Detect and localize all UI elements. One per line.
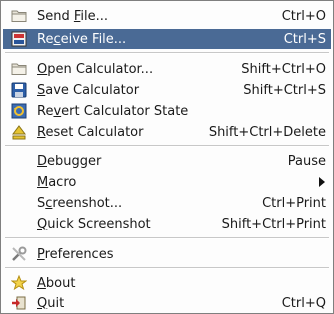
- menu-item-about[interactable]: About: [3, 273, 331, 293]
- menu-item-label: Debugger: [37, 153, 102, 169]
- menu-item-label: Revert Calculator State: [37, 103, 189, 119]
- shortcut-text: Shift+Ctrl+O: [241, 61, 326, 77]
- shortcut-text: Pause: [287, 153, 326, 169]
- menu-item-label: Macro: [37, 174, 77, 190]
- menu-item-label: About: [37, 275, 76, 291]
- quit-icon: [11, 295, 27, 311]
- menu-item-label: Save Calculator: [37, 82, 140, 98]
- shortcut-text: Ctrl+Q: [281, 295, 326, 311]
- menu-item-open-calculator[interactable]: Open Calculator... Shift+Ctrl+O: [3, 59, 331, 79]
- menu-item-label: Open Calculator...: [37, 61, 154, 77]
- menu-item-label: Quick Screenshot: [37, 216, 151, 232]
- shortcut-text: Ctrl+O: [281, 8, 326, 24]
- file-menu: Send File... Ctrl+O Receive File... Ctrl…: [0, 0, 334, 314]
- menu-item-receive-file[interactable]: Receive File... Ctrl+S: [3, 29, 331, 49]
- menu-item-debugger[interactable]: Debugger Pause: [3, 151, 331, 171]
- shortcut-text: Shift+Ctrl+Delete: [208, 124, 326, 140]
- folder-icon: [11, 8, 27, 24]
- menu-item-send-file[interactable]: Send File... Ctrl+O: [3, 6, 331, 26]
- submenu-arrow-icon: [319, 177, 325, 187]
- star-icon: [11, 275, 27, 291]
- menu-item-save-calculator[interactable]: Save Calculator Shift+Ctrl+S: [3, 80, 331, 100]
- menu-item-screenshot[interactable]: Screenshot... Ctrl+Print: [3, 193, 331, 213]
- floppy-disk-icon: [11, 82, 27, 98]
- receive-file-icon: [11, 31, 27, 47]
- eject-icon: [11, 124, 27, 140]
- revert-icon: [11, 103, 27, 119]
- menu-item-macro[interactable]: Macro: [3, 172, 331, 192]
- folder-icon: [11, 61, 27, 77]
- menu-item-quit[interactable]: Quit Ctrl+Q: [3, 293, 331, 313]
- menu-item-revert-calculator-state[interactable]: Revert Calculator State: [3, 101, 331, 121]
- menu-separator: [5, 267, 329, 269]
- shortcut-text: Shift+Ctrl+S: [243, 82, 326, 98]
- menu-item-quick-screenshot[interactable]: Quick Screenshot Shift+Ctrl+Print: [3, 214, 331, 234]
- shortcut-text: Shift+Ctrl+Print: [221, 216, 326, 232]
- menu-item-label: Receive File...: [37, 31, 127, 47]
- shortcut-text: Ctrl+Print: [262, 195, 326, 211]
- menu-item-reset-calculator[interactable]: Reset Calculator Shift+Ctrl+Delete: [3, 122, 331, 142]
- menu-item-preferences[interactable]: Preferences: [3, 244, 331, 264]
- menu-item-label: Send File...: [37, 8, 109, 24]
- menu-item-label: Screenshot...: [37, 195, 123, 211]
- menu-separator: [5, 237, 329, 239]
- menu-item-label: Preferences: [37, 246, 114, 262]
- preferences-icon: [11, 246, 27, 262]
- menu-separator: [5, 52, 329, 54]
- shortcut-text: Ctrl+S: [283, 31, 326, 47]
- menu-separator: [5, 145, 329, 147]
- menu-item-label: Quit: [37, 295, 65, 311]
- menu-item-label: Reset Calculator: [37, 124, 144, 140]
